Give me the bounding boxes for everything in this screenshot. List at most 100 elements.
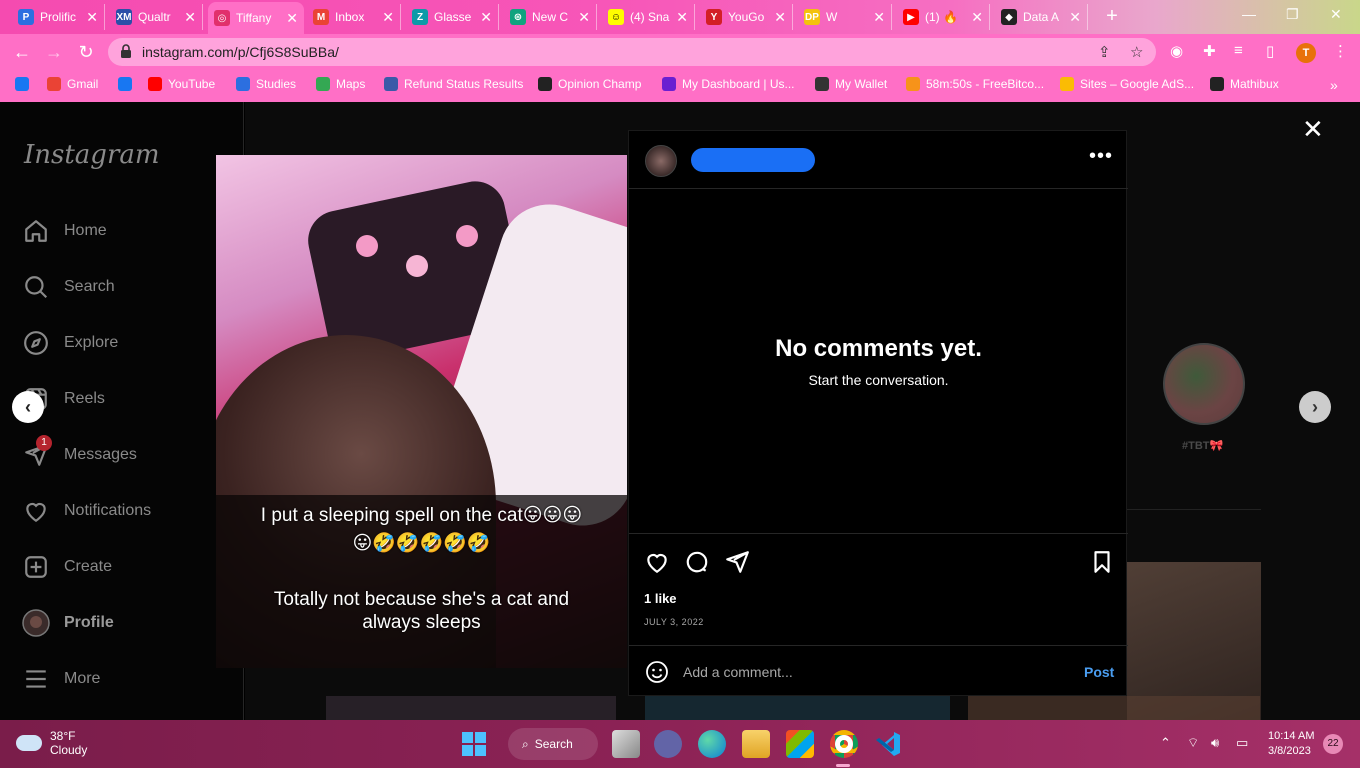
tab-close-icon[interactable]: ✕ [578, 9, 590, 26]
save-bookmark-icon[interactable] [1089, 549, 1115, 575]
sidebar-item-more[interactable]: More [22, 664, 100, 694]
minimize-button[interactable]: — [1242, 6, 1256, 22]
vscode-icon[interactable] [874, 730, 902, 758]
post-image[interactable]: I put a sleeping spell on the cat😛😛😛 😛🤣🤣… [216, 155, 627, 668]
tab-title: Qualtr [138, 10, 171, 24]
bookmark-item[interactable]: Maps [316, 77, 365, 91]
browser-tab[interactable]: ◆ Data A ✕ [995, 4, 1088, 30]
share-icon[interactable]: ⇪ [1098, 43, 1111, 61]
extensions-puzzle-icon[interactable]: ✚ [1203, 42, 1216, 60]
previous-post-button[interactable]: ‹ [12, 391, 44, 423]
tab-close-icon[interactable]: ✕ [774, 9, 786, 26]
chevron-up-icon[interactable]: ⌃ [1160, 735, 1171, 751]
browser-tab[interactable]: ⊛ New C ✕ [504, 4, 597, 30]
sidebar-item-explore[interactable]: Explore [22, 328, 118, 358]
bookmark-item[interactable]: Refund Status Results [384, 77, 523, 91]
tab-close-icon[interactable]: ✕ [676, 9, 688, 26]
weather-widget[interactable]: 38°F Cloudy [16, 729, 87, 757]
address-bar[interactable]: instagram.com/p/Cfj6S8SuBBa/ ⇪ ☆ [108, 38, 1156, 66]
bookmark-item[interactable] [118, 77, 138, 91]
maximize-button[interactable]: ❐ [1286, 6, 1299, 23]
bookmark-star-icon[interactable]: ☆ [1130, 43, 1143, 61]
heart-icon [22, 497, 50, 525]
teams-chat-icon[interactable] [654, 730, 682, 758]
post-image-region [406, 255, 428, 277]
comment-icon[interactable] [684, 549, 710, 575]
browser-tab[interactable]: P Prolific ✕ [12, 4, 105, 30]
volume-icon[interactable]: 🔊︎ [1211, 735, 1219, 751]
plus-square-icon [22, 553, 50, 581]
media-control-icon[interactable]: ≡ [1234, 42, 1243, 59]
browser-tab[interactable]: M Inbox ✕ [307, 4, 401, 30]
new-tab-button[interactable]: + [1100, 6, 1124, 28]
forward-icon[interactable]: → [43, 42, 65, 63]
bookmark-item[interactable]: My Dashboard | Us... [662, 77, 795, 91]
side-panel-icon[interactable]: ▯ [1266, 42, 1274, 60]
system-clock[interactable]: 10:14 AM 3/8/2023 [1268, 729, 1314, 759]
sidebar-item-search[interactable]: Search [22, 272, 115, 302]
tab-close-icon[interactable]: ✕ [971, 9, 983, 26]
bookmark-item[interactable]: Gmail [47, 77, 98, 91]
back-icon[interactable]: ← [11, 42, 33, 63]
microsoft-store-icon[interactable] [786, 730, 814, 758]
tab-close-icon[interactable]: ✕ [873, 9, 885, 26]
bookmark-item[interactable]: YouTube [148, 77, 215, 91]
task-view-icon[interactable] [612, 730, 640, 758]
author-avatar[interactable] [645, 145, 677, 177]
reload-icon[interactable]: ↻ [75, 42, 97, 63]
bookmark-item[interactable]: Mathibux [1210, 77, 1279, 91]
author-username-redacted[interactable] [691, 148, 815, 172]
menu-kebab-icon[interactable]: ⋮ [1333, 42, 1348, 60]
like-count[interactable]: 1 like [644, 591, 677, 606]
file-explorer-icon[interactable] [742, 730, 770, 758]
no-comments-title: No comments yet. [775, 335, 982, 362]
windows-start-icon[interactable] [460, 730, 488, 758]
notification-count-badge[interactable]: 22 [1323, 734, 1343, 754]
tab-close-icon[interactable]: ✕ [184, 9, 196, 26]
more-options-icon[interactable]: ••• [1089, 145, 1113, 168]
browser-tab[interactable]: ◎ Tiffany ✕ [208, 2, 304, 34]
taskbar-search-button[interactable]: ⌕ Search [508, 728, 598, 760]
clock-date: 3/8/2023 [1268, 745, 1311, 757]
comment-input[interactable] [683, 659, 1063, 685]
emoji-icon[interactable] [645, 660, 669, 684]
close-window-button[interactable]: ✕ [1330, 6, 1342, 23]
browser-tab[interactable]: ▶ (1) 🔥 ✕ [897, 4, 990, 30]
bookmark-label: 58m:50s - FreeBitco... [926, 77, 1045, 91]
browser-tab[interactable]: DP W ✕ [798, 4, 892, 30]
like-heart-icon[interactable] [644, 549, 670, 575]
url-text[interactable]: instagram.com/p/Cfj6S8SuBBa/ [142, 44, 339, 60]
browser-tab[interactable]: ☺ (4) Sna ✕ [602, 4, 695, 30]
share-send-icon[interactable] [724, 549, 750, 575]
browser-tab[interactable]: XM Qualtr ✕ [110, 4, 203, 30]
edge-icon[interactable] [698, 730, 726, 758]
post-comment-button[interactable]: Post [1084, 664, 1114, 680]
sidebar-item-profile[interactable]: Profile [22, 608, 114, 638]
tab-close-icon[interactable]: ✕ [480, 9, 492, 26]
bookmark-item[interactable]: 58m:50s - FreeBitco... [906, 77, 1044, 91]
bookmark-item[interactable]: Studies [236, 77, 296, 91]
browser-tab[interactable]: Z Glasse ✕ [406, 4, 499, 30]
close-modal-button[interactable]: ✕ [1302, 116, 1324, 142]
bookmark-item[interactable]: My Wallet [815, 77, 887, 91]
tab-close-icon[interactable]: ✕ [1069, 9, 1081, 26]
bookmarks-more-button[interactable]: » [1330, 77, 1338, 93]
sidebar-item-notifications[interactable]: Notifications [22, 496, 151, 526]
sidebar-item-home[interactable]: Home [22, 216, 107, 246]
battery-icon[interactable]: ▭ [1236, 735, 1248, 751]
browser-tab[interactable]: Y YouGo ✕ [700, 4, 793, 30]
bookmark-item[interactable]: Opinion Champ [538, 77, 641, 91]
bookmark-item[interactable]: Sites – Google AdS... [1060, 77, 1194, 91]
sidebar-item-messages[interactable]: 1 Messages [22, 435, 137, 470]
tab-close-icon[interactable]: ✕ [382, 9, 394, 26]
sidebar-item-create[interactable]: Create [22, 552, 112, 582]
next-post-button[interactable]: › [1299, 391, 1331, 423]
instagram-logo[interactable]: Instagram [24, 140, 160, 170]
tab-close-icon[interactable]: ✕ [86, 9, 98, 26]
extension-app-icon[interactable]: ◉ [1170, 42, 1183, 60]
profile-avatar[interactable]: T [1296, 43, 1316, 63]
chrome-icon[interactable] [830, 730, 858, 758]
bookmark-item[interactable] [15, 77, 35, 91]
tab-close-icon[interactable]: ✕ [286, 10, 298, 27]
wifi-icon[interactable]: ⌔ [1187, 735, 1199, 751]
